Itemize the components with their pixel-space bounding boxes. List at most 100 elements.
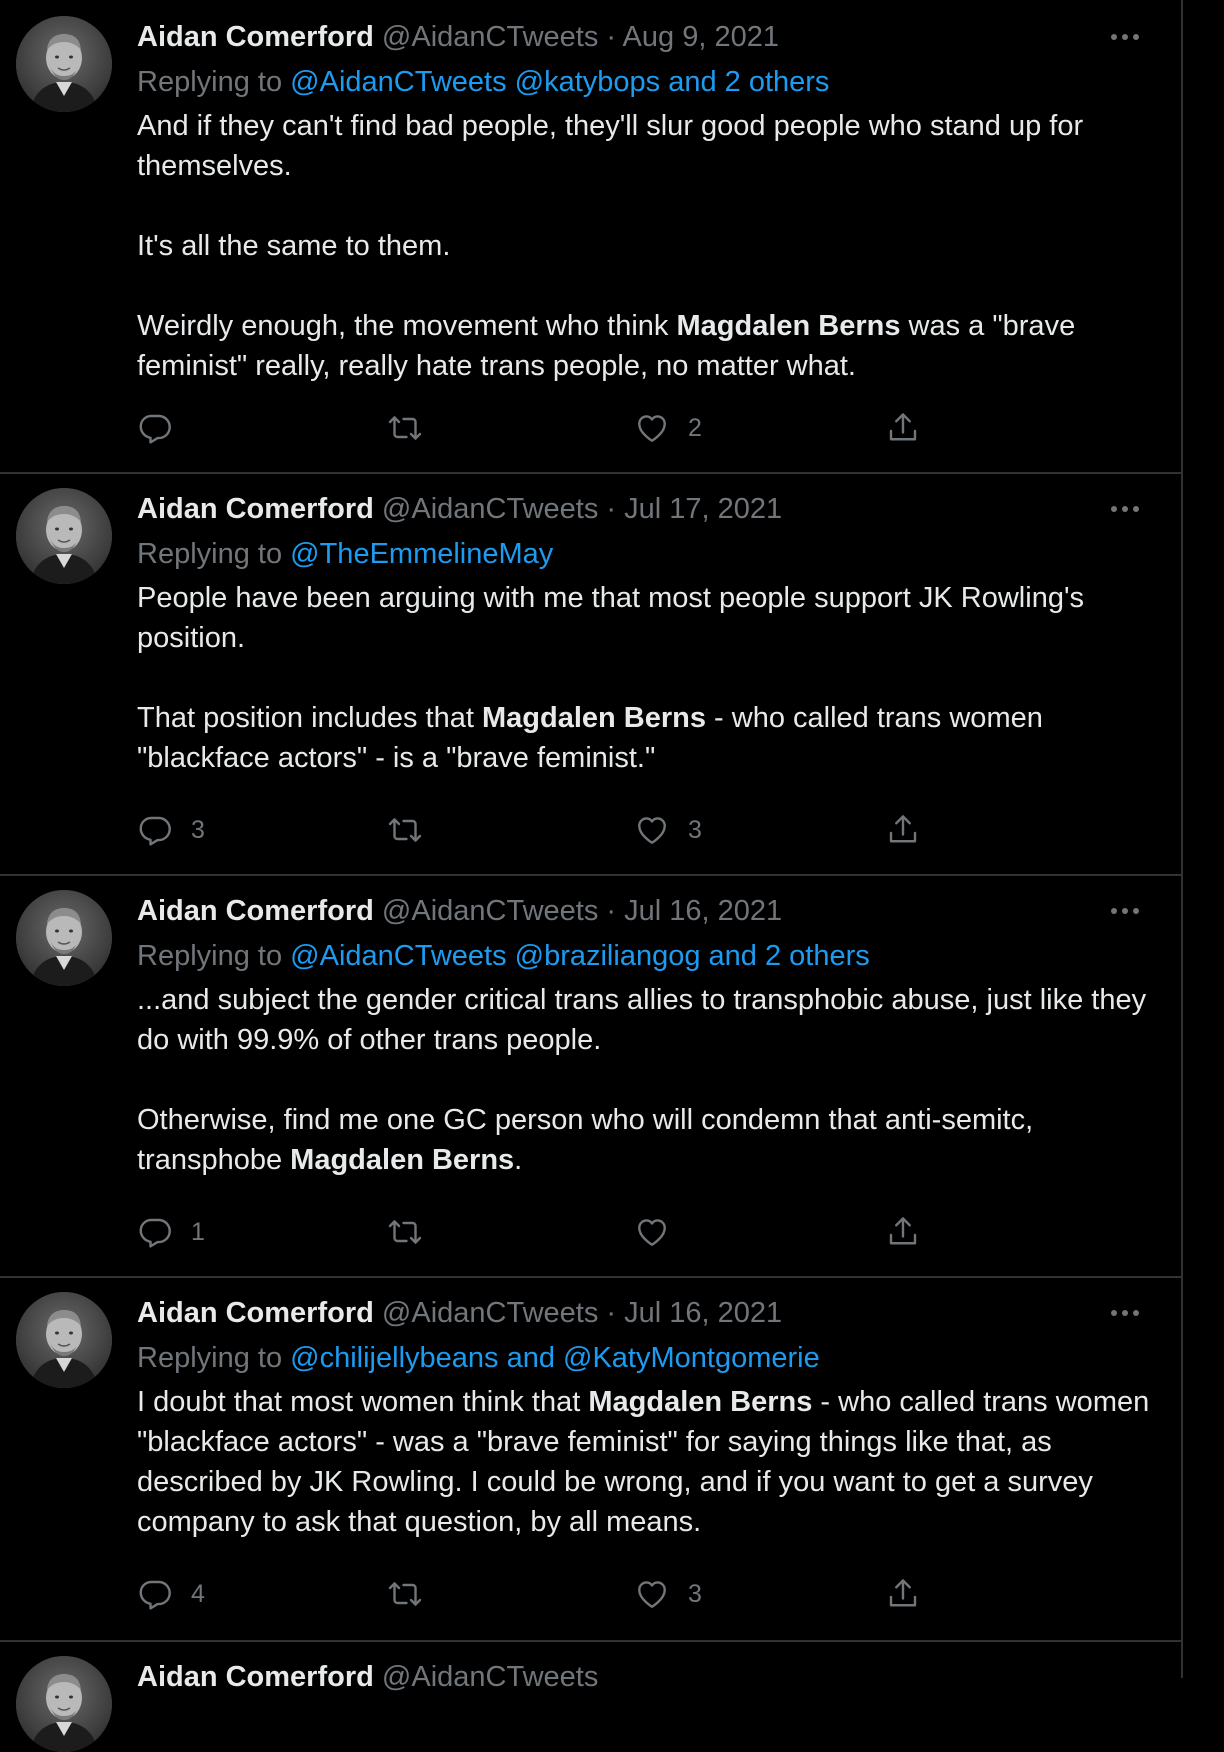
text-segment: Weirdly enough, the movement who think: [137, 310, 677, 342]
like-count: 2: [688, 413, 702, 442]
tweet-header: Aidan Comerford @AidanCTweets · Jul 16, …: [137, 1290, 1141, 1336]
replying-to-label: Replying to: [137, 538, 283, 570]
avatar-image: [16, 1656, 112, 1752]
text-segment: People have been arguing with me that mo…: [137, 582, 1084, 654]
more-icon[interactable]: [1101, 494, 1149, 524]
replying-to-mentions[interactable]: @chilijellybeans and @KatyMontgomerie: [290, 1342, 820, 1374]
tweet-content: Aidan Comerford @AidanCTweets · Jul 16, …: [137, 888, 1146, 1180]
text-segment: ...and subject the gender critical trans…: [137, 984, 1147, 1056]
like-button[interactable]: 3: [634, 808, 702, 852]
share-button[interactable]: [885, 1572, 921, 1616]
reply-icon: [139, 1580, 171, 1610]
replying-to-label: Replying to: [137, 1342, 283, 1374]
author-name[interactable]: Aidan Comerford: [137, 1661, 374, 1693]
replying-to-label: Replying to: [137, 940, 283, 972]
retweet-button[interactable]: [387, 808, 441, 852]
like-button[interactable]: [634, 1210, 688, 1254]
reply-button[interactable]: 4: [137, 1572, 205, 1616]
author-handle[interactable]: @AidanCTweets: [382, 895, 598, 927]
avatar[interactable]: [16, 16, 112, 112]
tweet-actions: 4 3: [137, 1572, 1017, 1616]
avatar-image: [16, 890, 112, 986]
tweet-date[interactable]: Jul 17, 2021: [624, 493, 782, 525]
tweet-header: Aidan Comerford @AidanCTweets: [137, 1654, 1141, 1700]
reply-icon: [139, 816, 171, 846]
text-segment: Otherwise, find me one GC person who wil…: [137, 1104, 1034, 1176]
like-button[interactable]: 3: [634, 1572, 702, 1616]
share-button[interactable]: [885, 808, 921, 852]
retweet-icon: [388, 818, 422, 842]
author-name[interactable]: Aidan Comerford: [137, 1297, 374, 1329]
more-icon[interactable]: [1101, 22, 1149, 52]
author-handle[interactable]: @AidanCTweets: [382, 1661, 598, 1693]
text-segment: That position includes that: [137, 702, 482, 734]
retweet-button[interactable]: [387, 406, 441, 450]
avatar[interactable]: [16, 488, 112, 584]
reply-icon: [139, 1218, 171, 1248]
text-segment: I doubt that most women think that: [137, 1386, 589, 1418]
tweet-text: And if they can't find bad people, they'…: [137, 106, 1157, 386]
tweet-date[interactable]: Aug 9, 2021: [623, 21, 779, 53]
tweet-paragraph: It's all the same to them.: [137, 226, 1157, 266]
author-handle[interactable]: @AidanCTweets: [382, 493, 598, 525]
share-icon: [889, 1217, 917, 1245]
replying-to: Replying to @TheEmmelineMay: [137, 532, 1141, 576]
heart-icon: [638, 817, 666, 844]
replying-to-mentions[interactable]: @AidanCTweets @katybops and 2 others: [290, 66, 829, 98]
separator: ·: [606, 493, 617, 525]
tweet[interactable]: Aidan Comerford @AidanCTweets · Jul 16, …: [0, 1276, 1181, 1642]
replying-to: Replying to @AidanCTweets @braziliangog …: [137, 934, 1141, 978]
avatar[interactable]: [16, 1656, 112, 1752]
tweet-content: Aidan Comerford @AidanCTweets · Jul 17, …: [137, 486, 1141, 778]
replying-to-mentions[interactable]: @TheEmmelineMay: [290, 538, 553, 570]
tweet-paragraph: Otherwise, find me one GC person who wil…: [137, 1100, 1157, 1180]
more-icon[interactable]: [1101, 896, 1149, 926]
tweet-header: Aidan Comerford @AidanCTweets · Jul 17, …: [137, 486, 1141, 532]
retweet-button[interactable]: [387, 1210, 441, 1254]
share-icon: [889, 815, 917, 843]
share-icon: [889, 1579, 917, 1607]
highlighted-term: Magdalen Berns: [290, 1144, 515, 1176]
tweet-text: People have been arguing with me that mo…: [137, 578, 1157, 778]
author-handle[interactable]: @AidanCTweets: [382, 1297, 598, 1329]
tweet-partial[interactable]: Aidan Comerford @AidanCTweets: [0, 1640, 1181, 1752]
tweet[interactable]: Aidan Comerford @AidanCTweets · Jul 17, …: [0, 472, 1181, 876]
tweet-date[interactable]: Jul 16, 2021: [624, 1297, 782, 1329]
separator: ·: [606, 895, 617, 927]
replying-to: Replying to @AidanCTweets @katybops and …: [137, 60, 1141, 104]
avatar[interactable]: [16, 890, 112, 986]
avatar[interactable]: [16, 1292, 112, 1388]
like-button[interactable]: 2: [634, 406, 702, 450]
author-name[interactable]: Aidan Comerford: [137, 895, 374, 927]
reply-button[interactable]: 1: [137, 1210, 205, 1254]
reply-count: 1: [191, 1217, 205, 1246]
tweet-text: ...and subject the gender critical trans…: [137, 980, 1157, 1180]
tweet-text: I doubt that most women think that Magda…: [137, 1382, 1157, 1542]
replying-to-label: Replying to: [137, 66, 283, 98]
reply-button[interactable]: 3: [137, 808, 205, 852]
separator: ·: [606, 21, 617, 53]
tweet-content: Aidan Comerford @AidanCTweets: [137, 1654, 1141, 1700]
retweet-button[interactable]: [387, 1572, 441, 1616]
author-name[interactable]: Aidan Comerford: [137, 21, 374, 53]
avatar-image: [16, 1292, 112, 1388]
tweet-date[interactable]: Jul 16, 2021: [624, 895, 782, 927]
replying-to-mentions[interactable]: @AidanCTweets @braziliangog and 2 others: [290, 940, 870, 972]
separator: ·: [606, 1297, 617, 1329]
author-name[interactable]: Aidan Comerford: [137, 493, 374, 525]
text-segment: It's all the same to them.: [137, 230, 451, 262]
reply-button[interactable]: [137, 406, 191, 450]
tweet-actions: 1: [137, 1210, 1017, 1254]
author-handle[interactable]: @AidanCTweets: [382, 21, 598, 53]
heart-icon: [638, 1219, 666, 1246]
tweet-paragraph: I doubt that most women think that Magda…: [137, 1382, 1157, 1542]
share-button[interactable]: [885, 1210, 921, 1254]
share-icon: [889, 413, 917, 441]
tweet-actions: 2: [137, 406, 1017, 450]
like-count: 3: [688, 1579, 702, 1608]
share-button[interactable]: [885, 406, 921, 450]
reply-icon: [139, 414, 171, 444]
more-icon[interactable]: [1101, 1298, 1149, 1328]
tweet[interactable]: Aidan Comerford @AidanCTweets · Jul 16, …: [0, 874, 1181, 1278]
tweet[interactable]: Aidan Comerford @AidanCTweets · Aug 9, 2…: [0, 0, 1181, 474]
